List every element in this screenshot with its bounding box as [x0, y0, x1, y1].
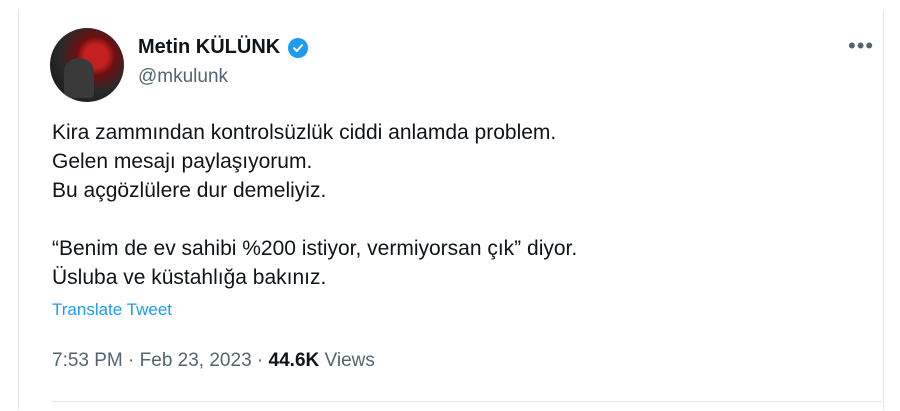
author-handle[interactable]: @mkulunk — [138, 66, 228, 88]
divider — [52, 401, 882, 402]
tweet-line: Gelen mesajı paylaşıyorum. — [52, 150, 313, 173]
translate-tweet-link[interactable]: Translate Tweet — [52, 300, 172, 320]
views-count: 44.6K — [268, 350, 320, 371]
tweet-time[interactable]: 7:53 PM — [52, 350, 123, 371]
tweet-line: Kira zammından kontrolsüzlük ciddi anlam… — [52, 121, 557, 144]
avatar[interactable] — [50, 28, 124, 102]
tweet-line: Üsluba ve küstahlığa bakınız. — [52, 266, 327, 289]
tweet-meta: 7:53 PM · Feb 23, 2023 · 44.6K Views — [52, 350, 375, 372]
verified-badge-icon — [288, 37, 309, 58]
meta-separator: · — [128, 350, 135, 371]
more-horizontal-icon[interactable]: ••• — [848, 35, 874, 57]
tweet-line: Bu açgözlülere dur demeliyiz. — [52, 179, 327, 202]
tweet-text: Kira zammından kontrolsüzlük ciddi anlam… — [52, 118, 852, 292]
tweet-line: “Benim de ev sahibi %200 istiyor, vermiy… — [52, 237, 578, 260]
author-name-row: Metin KÜLÜNK — [138, 36, 309, 59]
tweet-date[interactable]: Feb 23, 2023 — [140, 350, 252, 371]
views-label: Views — [324, 350, 375, 371]
author-name[interactable]: Metin KÜLÜNK — [138, 36, 280, 59]
meta-separator: · — [256, 350, 264, 371]
